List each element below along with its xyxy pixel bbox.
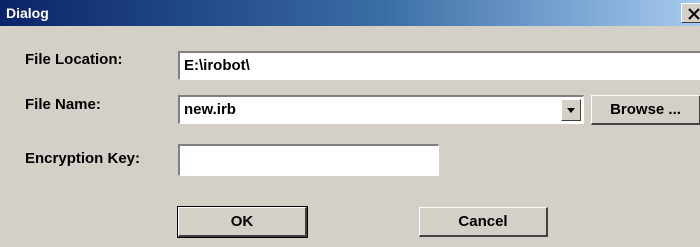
file-name-dropdown-button[interactable] [561,99,581,121]
file-name-value: new.irb [184,101,236,118]
file-location-field[interactable]: E:\irobot\ [178,51,700,80]
browse-button[interactable]: Browse ... [591,95,700,125]
title-bar: Dialog [0,0,700,26]
cancel-button[interactable]: Cancel [419,207,548,237]
close-button[interactable] [681,3,700,23]
file-name-label: File Name: [25,96,101,113]
chevron-down-icon [567,108,575,113]
close-icon [688,8,700,20]
file-location-label: File Location: [25,51,123,68]
file-name-combobox[interactable]: new.irb [178,95,584,124]
window-title: Dialog [6,5,49,21]
ok-button[interactable]: OK [177,206,308,238]
encryption-key-label: Encryption Key: [25,150,141,167]
encryption-key-field[interactable] [178,144,439,176]
